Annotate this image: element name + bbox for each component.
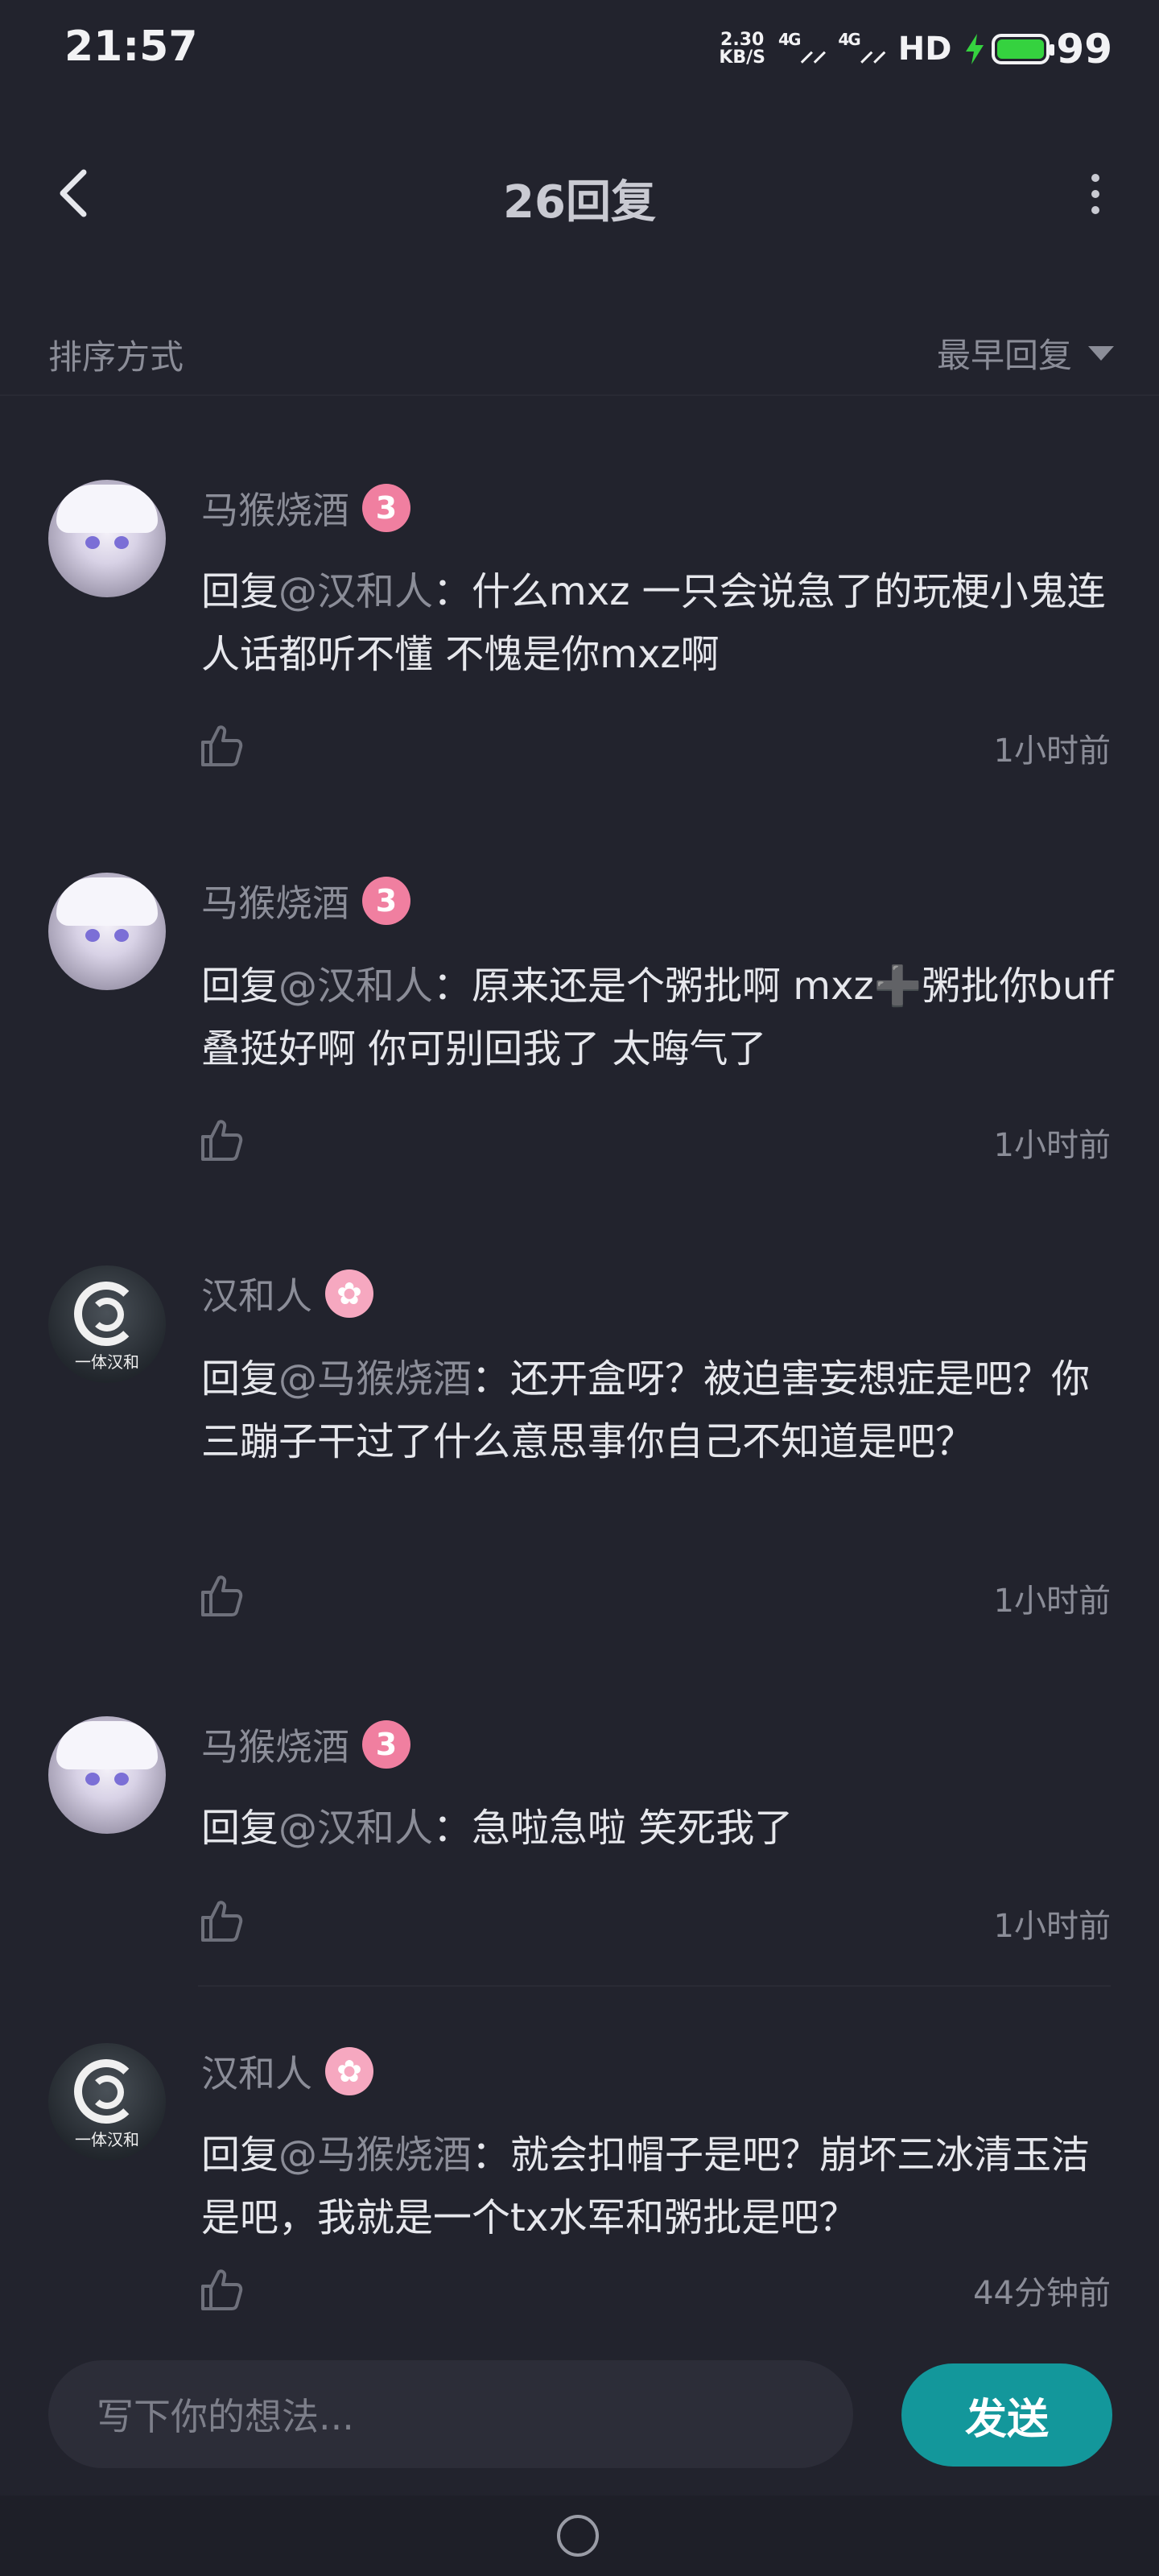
comment-item: 一体汉和 汉和人 ✿ 回复@马猴烧酒：还开盒呀？被迫害妄想症是吧？你三蹦子干过了… bbox=[0, 1206, 1159, 1660]
system-nav-bar bbox=[0, 2496, 1159, 2576]
thumbs-up-icon[interactable] bbox=[196, 1571, 245, 1620]
username[interactable]: 马猴烧酒 bbox=[201, 481, 349, 535]
comment-text: 回复@汉和人：原来还是个粥批啊 mxz➕粥批你buff叠挺好啊 你可别回我了 太… bbox=[201, 964, 1114, 1071]
sort-label: 排序方式 bbox=[48, 337, 184, 377]
avatar[interactable]: 一体汉和 bbox=[48, 2043, 166, 2161]
caret-down-icon bbox=[1088, 345, 1114, 361]
mention-link[interactable]: @汉和人 bbox=[278, 569, 433, 614]
username-row: 汉和人 ✿ bbox=[201, 1267, 373, 1320]
sort-bar: 排序方式 最早回复 bbox=[0, 306, 1159, 396]
comment-text: 回复@马猴烧酒：还开盒呀？被迫害妄想症是吧？你三蹦子干过了什么意思事你自己不知道… bbox=[201, 1356, 1091, 1464]
comment-item: 马猴烧酒 3 回复@汉和人：原来还是个粥批啊 mxz➕粥批你buff叠挺好啊 你… bbox=[0, 813, 1159, 1206]
battery-indicator: 99 bbox=[964, 26, 1112, 72]
avatar[interactable] bbox=[48, 873, 166, 990]
page-title: 26回复 bbox=[503, 176, 656, 229]
signal-icon-1: 4G⸝⸝ bbox=[778, 29, 827, 68]
thumbs-up-icon[interactable] bbox=[196, 1116, 245, 1164]
status-icons: 2.30 KB/S 4G⸝⸝ 4G⸝⸝ HD 99 bbox=[719, 21, 1112, 77]
rabbit-badge-icon: ✿ bbox=[325, 1269, 373, 1318]
comment-list: 马猴烧酒 3 回复@汉和人：什么mxz 一只会说急了的玩梗小鬼连人话都听不懂 不… bbox=[0, 419, 1159, 2312]
username[interactable]: 马猴烧酒 bbox=[201, 1718, 349, 1771]
more-options-button[interactable] bbox=[1062, 161, 1127, 225]
level-badge-icon: 3 bbox=[362, 1720, 410, 1769]
timestamp: 1小时前 bbox=[993, 733, 1111, 770]
level-badge-icon: 3 bbox=[362, 877, 410, 925]
timestamp: 44分钟前 bbox=[973, 2275, 1111, 2312]
sort-selected-value: 最早回复 bbox=[936, 336, 1072, 375]
comment-input[interactable]: 写下你的想法... bbox=[48, 2360, 853, 2468]
comment-item: 一体汉和 汉和人 ✿ 回复@马猴烧酒：就会扣帽子是吧？崩坏三冰清玉洁是吧，我就是… bbox=[0, 1987, 1159, 2312]
comment-text: 回复@马猴烧酒：就会扣帽子是吧？崩坏三冰清玉洁是吧，我就是一个tx水军和粥批是吧… bbox=[201, 2132, 1091, 2240]
rabbit-badge-icon: ✿ bbox=[325, 2047, 373, 2095]
battery-icon bbox=[992, 34, 1055, 64]
thumbs-up-icon[interactable] bbox=[196, 721, 245, 770]
username[interactable]: 汉和人 bbox=[201, 2045, 312, 2098]
avatar[interactable]: 一体汉和 bbox=[48, 1265, 166, 1383]
hd-icon: HD bbox=[897, 31, 952, 68]
thumbs-up-icon[interactable] bbox=[196, 2265, 245, 2314]
comment-text: 回复@汉和人：什么mxz 一只会说急了的玩梗小鬼连人话都听不懂 不愧是你mxz啊 bbox=[201, 569, 1106, 677]
mention-link[interactable]: @汉和人 bbox=[278, 964, 433, 1009]
avatar[interactable] bbox=[48, 480, 166, 597]
comment-item: 马猴烧酒 3 回复@汉和人：什么mxz 一只会说急了的玩梗小鬼连人话都听不懂 不… bbox=[0, 419, 1159, 813]
status-bar: 21:57 2.30 KB/S 4G⸝⸝ 4G⸝⸝ HD 99 bbox=[0, 0, 1159, 105]
clock: 21:57 bbox=[64, 23, 198, 71]
username-row: 马猴烧酒 3 bbox=[201, 1718, 410, 1771]
username-row: 马猴烧酒 3 bbox=[201, 874, 410, 927]
network-speed: 2.30 KB/S bbox=[719, 30, 766, 68]
sort-dropdown[interactable]: 最早回复 bbox=[937, 328, 1114, 378]
mention-link[interactable]: @马猴烧酒 bbox=[278, 2132, 472, 2178]
comment-item: 马猴烧酒 3 回复@汉和人：急啦急啦 笑死我了 1小时前 bbox=[0, 1660, 1159, 1987]
mention-link[interactable]: @汉和人 bbox=[278, 1806, 433, 1851]
username-row: 汉和人 ✿ bbox=[201, 2045, 373, 2098]
input-placeholder: 写下你的想法... bbox=[97, 2395, 354, 2438]
send-button[interactable]: 发送 bbox=[901, 2363, 1112, 2467]
thumbs-up-icon[interactable] bbox=[196, 1897, 245, 1945]
timestamp: 1小时前 bbox=[993, 1583, 1111, 1620]
username-row: 马猴烧酒 3 bbox=[201, 481, 410, 535]
battery-level: 99 bbox=[1056, 26, 1112, 72]
comment-input-bar: 写下你的想法... 发送 bbox=[0, 2334, 1159, 2496]
timestamp: 1小时前 bbox=[993, 1908, 1111, 1945]
home-button[interactable] bbox=[557, 2515, 599, 2557]
comment-text: 回复@汉和人：急啦急啦 笑死我了 bbox=[201, 1806, 794, 1851]
top-bar: 26回复 bbox=[0, 137, 1159, 250]
timestamp: 1小时前 bbox=[993, 1127, 1111, 1164]
mention-link[interactable]: @马猴烧酒 bbox=[278, 1356, 472, 1402]
level-badge-icon: 3 bbox=[362, 484, 410, 532]
avatar[interactable] bbox=[48, 1716, 166, 1834]
username[interactable]: 马猴烧酒 bbox=[201, 874, 349, 927]
username[interactable]: 汉和人 bbox=[201, 1267, 312, 1320]
charging-icon bbox=[966, 34, 984, 64]
signal-icon-2: 4G⸝⸝ bbox=[838, 29, 886, 68]
